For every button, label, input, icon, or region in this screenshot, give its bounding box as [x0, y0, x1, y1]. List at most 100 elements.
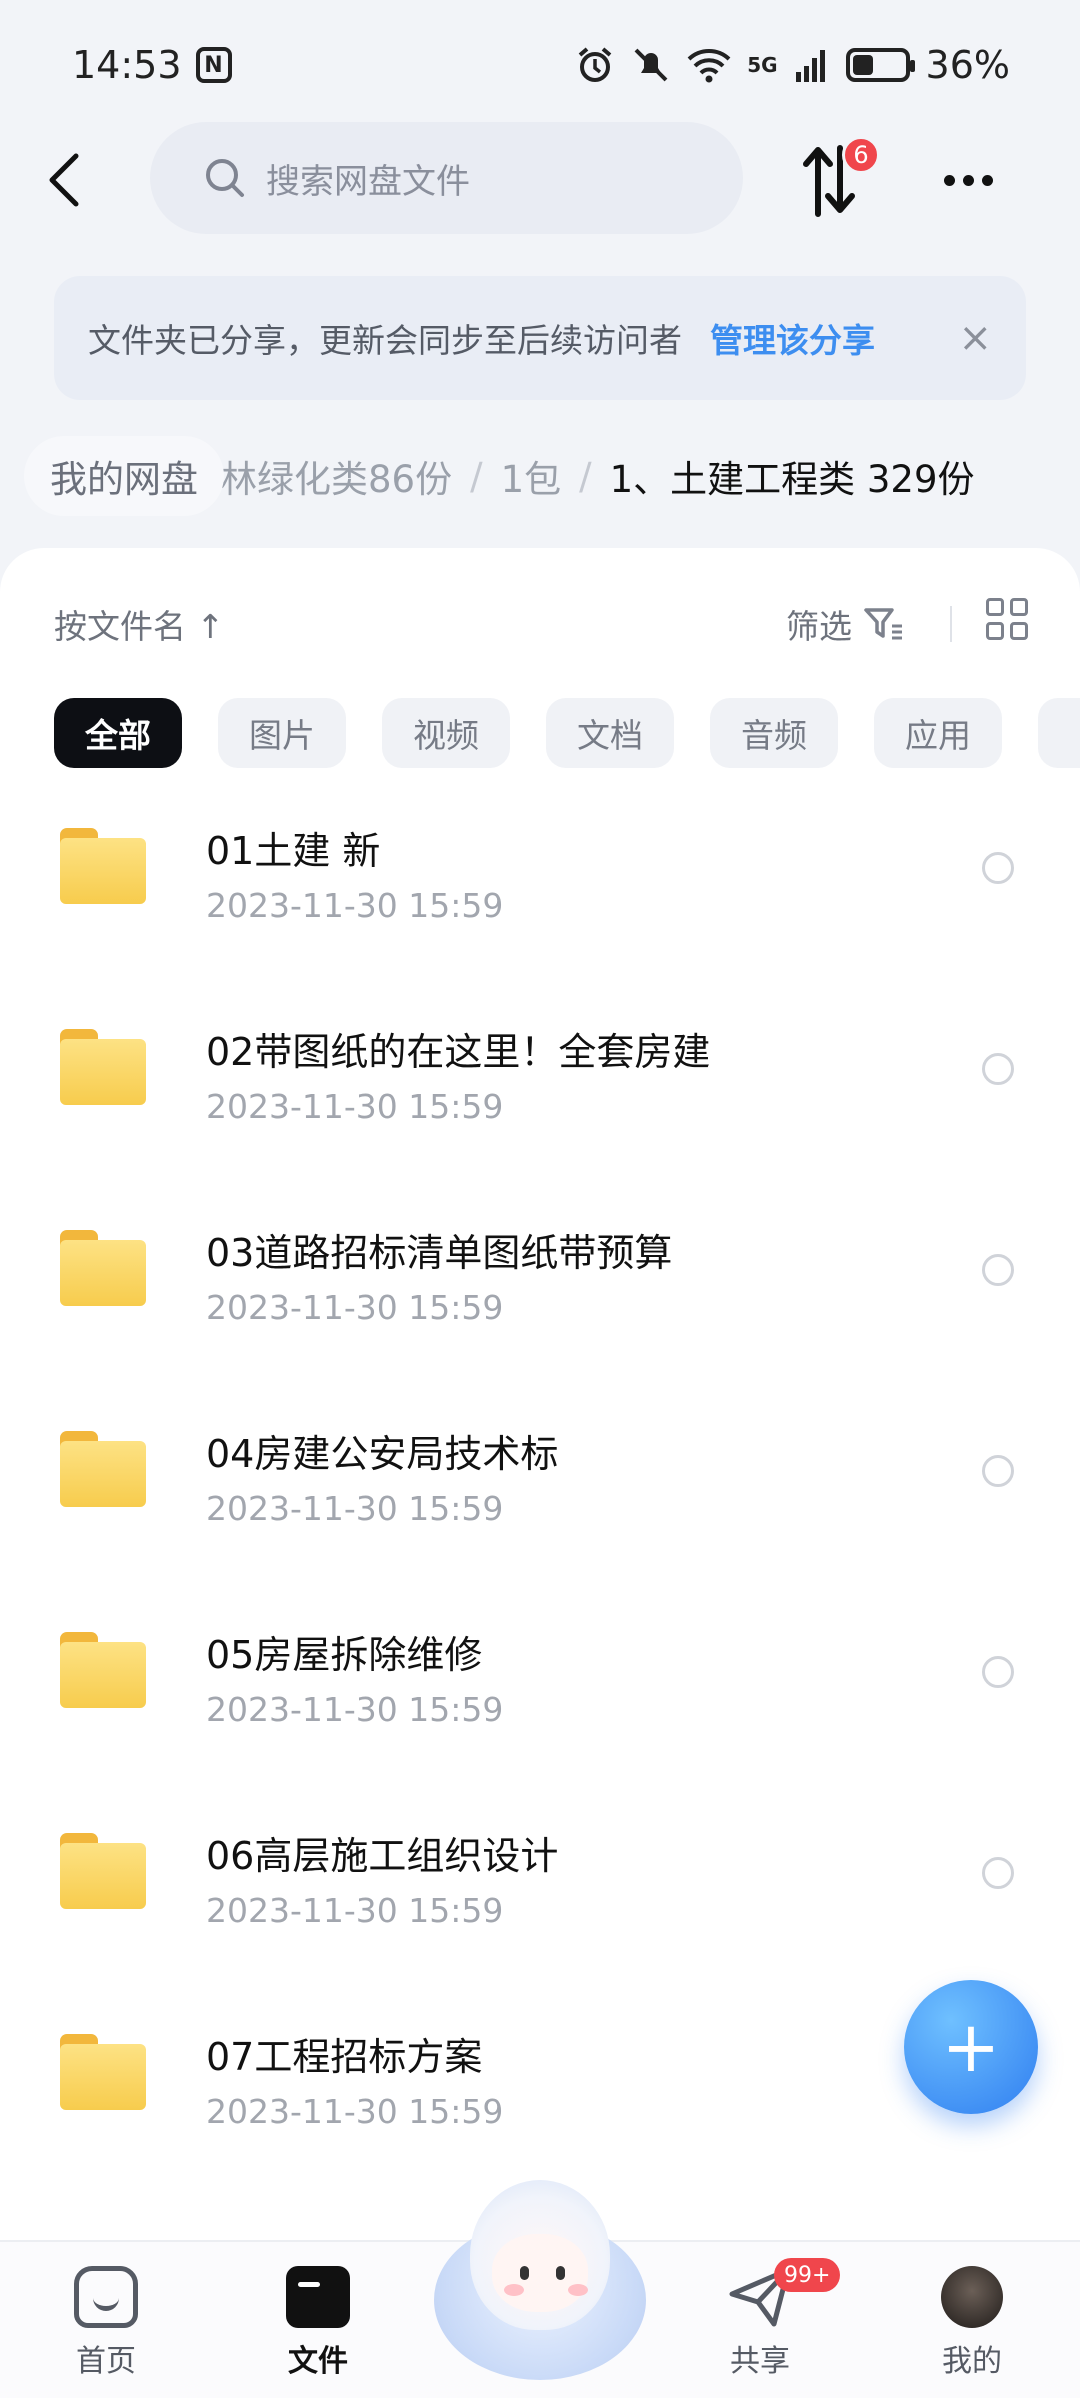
folder-icon: [60, 2034, 146, 2110]
filter-label: 筛选: [786, 607, 852, 646]
breadcrumb-trail: 林绿化类86份 / 1包 / 1、土建工程类 329份: [220, 436, 975, 516]
nav-home[interactable]: 首页: [36, 2266, 176, 2386]
breadcrumb-root[interactable]: 我的网盘: [24, 436, 224, 516]
file-name: 07工程招标方案: [206, 2035, 483, 2079]
breadcrumb-item[interactable]: 1包: [501, 449, 562, 503]
tab-documents[interactable]: 文档: [546, 698, 674, 768]
file-row[interactable]: 04房建公安局技术标 2023-11-30 15:59: [0, 1389, 1080, 1590]
file-date: 2023-11-30 15:59: [206, 1690, 504, 1729]
add-button[interactable]: +: [904, 1980, 1038, 2114]
tab-videos[interactable]: 视频: [382, 698, 510, 768]
breadcrumb-item[interactable]: 林绿化类86份: [220, 449, 452, 503]
tab-all[interactable]: 全部: [54, 698, 182, 768]
share-notice-banner: 文件夹已分享，更新会同步至后续访问者 管理该分享 ×: [54, 276, 1026, 400]
avatar: [941, 2266, 1003, 2328]
file-type-tabs: 全部 图片 视频 文档 音频 应用 BT: [54, 698, 1080, 770]
close-icon[interactable]: ×: [958, 315, 992, 361]
transfer-badge: 6: [842, 136, 880, 174]
battery-percent: 36%: [925, 43, 1010, 87]
file-row[interactable]: 03道路招标清单图纸带预算 2023-11-30 15:59: [0, 1188, 1080, 1389]
breadcrumb-separator: /: [579, 454, 592, 498]
folder-icon: [60, 1230, 146, 1306]
back-button[interactable]: [34, 142, 94, 218]
nav-share[interactable]: 99+ 共享: [690, 2258, 841, 2386]
select-checkbox[interactable]: [982, 1254, 1014, 1286]
file-date: 2023-11-30 15:59: [206, 1288, 504, 1327]
file-date: 2023-11-30 15:59: [206, 2092, 504, 2131]
tab-bt[interactable]: BT: [1038, 698, 1080, 768]
back-arrow-icon: [49, 153, 79, 207]
mascot-eye: [520, 2266, 529, 2280]
network-type: 5G: [747, 53, 778, 77]
nav-files[interactable]: 文件: [248, 2266, 388, 2386]
search-input[interactable]: 搜索网盘文件: [150, 122, 743, 234]
assistant-mascot-button[interactable]: [434, 2180, 646, 2380]
nav-mine[interactable]: 我的: [902, 2266, 1042, 2386]
nfc-icon: N: [195, 47, 232, 83]
file-row[interactable]: 02带图纸的在这里！全套房建 2023-11-30 15:59: [0, 987, 1080, 1188]
file-date: 2023-11-30 15:59: [206, 1489, 504, 1528]
tab-apps[interactable]: 应用: [874, 698, 1002, 768]
file-name: 03道路招标清单图纸带预算: [206, 1231, 673, 1275]
notice-message: 文件夹已分享，更新会同步至后续访问者: [88, 321, 682, 360]
nav-mine-label: 我的: [942, 2344, 1002, 2379]
select-checkbox[interactable]: [982, 1857, 1014, 1889]
transfer-button[interactable]: 6: [800, 136, 880, 218]
file-date: 2023-11-30 15:59: [206, 1891, 504, 1930]
filter-button[interactable]: 筛选: [786, 600, 904, 648]
nav-home-label: 首页: [76, 2344, 136, 2379]
file-name: 04房建公安局技术标: [206, 1432, 559, 1476]
tab-audio[interactable]: 音频: [710, 698, 838, 768]
file-list-panel: 按文件名 ↑ 筛选 全部 图片 视频 文档 音频 应用 BT 01土建 新 20…: [0, 548, 1080, 2240]
toolbar-divider: [950, 606, 952, 642]
file-date: 2023-11-30 15:59: [206, 886, 504, 925]
status-bar: 14:53 N 5G 36%: [0, 0, 1080, 130]
nav-share-label: 共享: [730, 2344, 790, 2379]
home-icon: [74, 2266, 138, 2328]
folder-icon: [60, 1632, 146, 1708]
folder-icon: [60, 828, 146, 904]
manage-share-link[interactable]: 管理该分享: [710, 314, 875, 362]
file-row[interactable]: 01土建 新 2023-11-30 15:59: [0, 786, 1080, 987]
file-name: 02带图纸的在这里！全套房建: [206, 1030, 711, 1074]
file-row[interactable]: 06高层施工组织设计 2023-11-30 15:59: [0, 1791, 1080, 1992]
sort-button[interactable]: 按文件名 ↑: [54, 600, 224, 648]
file-name: 05房屋拆除维修: [206, 1633, 483, 1677]
folder-icon: [60, 1431, 146, 1507]
mascot-eye: [556, 2266, 565, 2280]
search-icon: [206, 159, 244, 197]
mascot-face: [492, 2234, 588, 2312]
top-bar: 搜索网盘文件 6: [0, 122, 1080, 238]
breadcrumb: 林绿化类86份 / 1包 / 1、土建工程类 329份 我的网盘: [0, 436, 1080, 522]
battery-icon: [845, 48, 915, 82]
file-row[interactable]: 05房屋拆除维修 2023-11-30 15:59: [0, 1590, 1080, 1791]
mascot-cheek: [504, 2284, 524, 2296]
mute-icon: [634, 48, 668, 82]
select-checkbox[interactable]: [982, 1053, 1014, 1085]
mascot-cheek: [568, 2284, 588, 2296]
more-dot-icon: [962, 174, 974, 186]
file-name: 06高层施工组织设计: [206, 1834, 559, 1878]
files-icon: [286, 2266, 350, 2328]
share-badge: 99+: [774, 2258, 841, 2292]
folder-icon: [60, 1833, 146, 1909]
select-checkbox[interactable]: [982, 1455, 1014, 1487]
nav-files-label: 文件: [288, 2344, 348, 2379]
more-dot-icon: [943, 174, 955, 186]
grid-view-icon[interactable]: [986, 598, 1028, 640]
sort-bar: 按文件名 ↑ 筛选: [0, 588, 1080, 660]
more-dot-icon: [981, 174, 993, 186]
alarm-icon: [578, 47, 612, 82]
more-button[interactable]: [930, 142, 1006, 218]
status-time: 14:53: [72, 43, 182, 87]
breadcrumb-separator: /: [470, 454, 483, 498]
file-list: 01土建 新 2023-11-30 15:59 02带图纸的在这里！全套房建 2…: [0, 786, 1080, 2193]
folder-icon: [60, 1029, 146, 1105]
search-placeholder: 搜索网盘文件: [266, 161, 470, 202]
wifi-icon: [687, 49, 731, 83]
file-date: 2023-11-30 15:59: [206, 1087, 504, 1126]
tab-images[interactable]: 图片: [218, 698, 346, 768]
select-checkbox[interactable]: [982, 1656, 1014, 1688]
select-checkbox[interactable]: [982, 852, 1014, 884]
signal-icon: [795, 50, 825, 82]
